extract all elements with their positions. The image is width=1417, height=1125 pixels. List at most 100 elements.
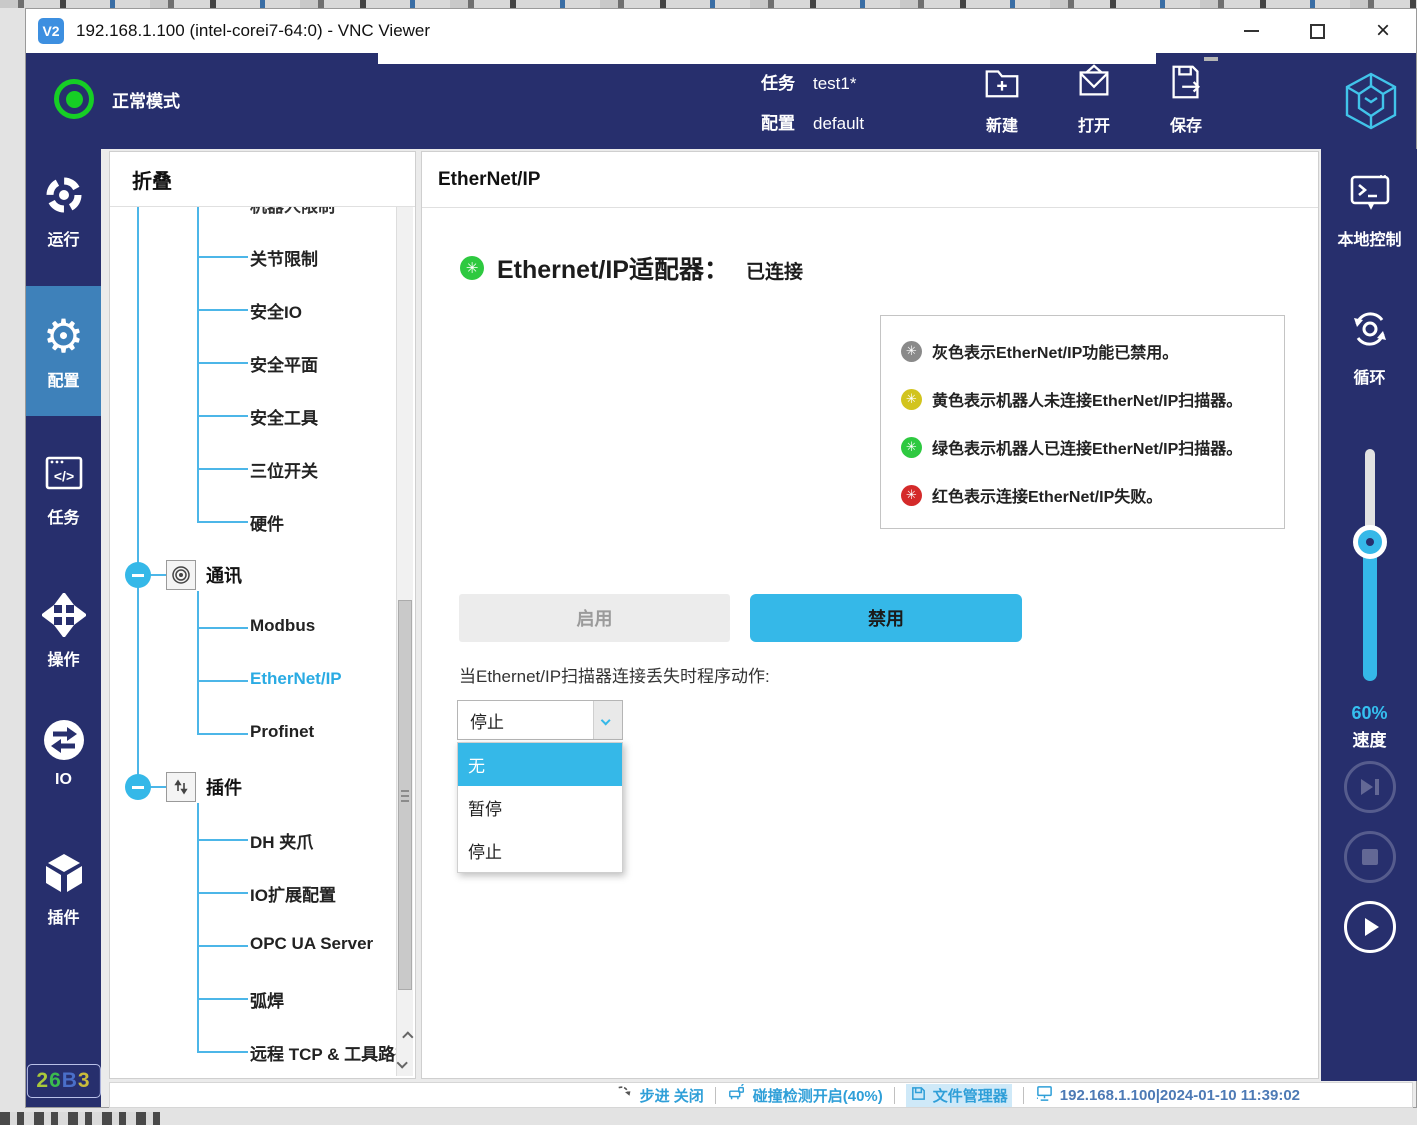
tree-item-three-position-switch[interactable]: 三位开关 (250, 457, 318, 482)
step-forward-button[interactable] (1344, 761, 1396, 813)
tree-item-io-expansion[interactable]: IO扩展配置 (250, 881, 336, 906)
svg-text:</>: </> (53, 468, 73, 484)
sidebar-item-run[interactable]: 运行 (26, 171, 101, 250)
tree-group-plugin[interactable]: 插件 (166, 772, 242, 802)
sidebar-item-config[interactable]: 配置 (26, 286, 101, 416)
green-status-icon (901, 437, 922, 458)
collapse-plugin-group-button[interactable] (125, 774, 151, 800)
maximize-button[interactable] (1284, 9, 1350, 53)
loop-button[interactable]: 循环 (1321, 307, 1417, 388)
legend-row-yellow: 黄色表示机器人未连接EtherNet/IP扫描器。 (901, 375, 1276, 423)
tree-scrollbar-thumb[interactable] (398, 600, 412, 990)
collapse-comm-group-button[interactable] (125, 562, 151, 588)
dropdown-value: 停止 (458, 701, 593, 739)
new-button[interactable]: 新建 (964, 62, 1040, 136)
open-file-icon (1073, 62, 1115, 107)
connection-info: 192.168.1.100|2024-01-10 11:39:02 (1035, 1085, 1300, 1106)
tree-scrollbar[interactable] (396, 207, 413, 1076)
ethernet-ip-panel: EtherNet/IP Ethernet/IP适配器： 已连接 灰色表示Ethe… (421, 151, 1319, 1079)
red-status-icon (901, 485, 922, 506)
tree-item-joint-limit[interactable]: 关节限制 (250, 245, 318, 270)
play-button[interactable] (1344, 901, 1396, 953)
stop-icon (1362, 849, 1378, 865)
slider-track-lower[interactable] (1363, 541, 1377, 681)
status-legend-box: 灰色表示EtherNet/IP功能已禁用。 黄色表示机器人未连接EtherNet… (880, 315, 1285, 529)
slider-handle[interactable] (1353, 525, 1387, 559)
sidebar-item-plugin[interactable]: 插件 (26, 849, 101, 928)
step-mode-toggle[interactable]: 步进 关闭 (616, 1084, 704, 1106)
tree-item-safety-tool[interactable]: 安全工具 (250, 404, 318, 429)
config-value: default (813, 114, 864, 134)
save-button[interactable]: 保存 (1148, 62, 1224, 136)
loss-action-label: 当Ethernet/IP扫描器连接丢失时程序动作: (459, 662, 770, 687)
enable-button[interactable]: 启用 (459, 594, 730, 642)
tree-item-profinet[interactable]: Profinet (250, 722, 314, 742)
dropdown-option-pause[interactable]: 暂停 (458, 786, 622, 829)
sidebar-item-task[interactable]: </> 任务 (26, 449, 101, 528)
tree-item-modbus[interactable]: Modbus (250, 616, 315, 636)
collision-detection-toggle[interactable]: 碰撞检测开启(40%) (727, 1084, 883, 1106)
legend-row-grey: 灰色表示EtherNet/IP功能已禁用。 (901, 327, 1276, 375)
tree-trunk-line (137, 207, 139, 788)
adapter-status-text: 已连接 (746, 257, 803, 284)
open-button[interactable]: 打开 (1056, 62, 1132, 136)
close-button[interactable]: × (1350, 9, 1416, 53)
adapter-title: Ethernet/IP适配器： (497, 250, 729, 286)
task-label: 任务 (761, 69, 795, 94)
tree-item-dh-gripper[interactable]: DH 夹爪 (250, 828, 313, 853)
tree-item-ethernet-ip[interactable]: EtherNet/IP (250, 669, 342, 689)
speed-label: 速度 (1321, 726, 1417, 751)
tree-item-robot-limit-clipped[interactable]: 机器人限制 (250, 207, 335, 217)
window-title: 192.168.1.100 (intel-corei7-64:0) - VNC … (76, 21, 430, 41)
tree-item-safety-io[interactable]: 安全IO (250, 298, 302, 323)
config-tree: 机器人限制 关节限制 安全IO 安全平面 安全工具 三位开关 硬件 通讯 Mod… (110, 207, 415, 1076)
task-config-info: 任务 test1* 配置 default (761, 69, 864, 149)
speed-slider[interactable] (1363, 449, 1377, 681)
move-arrows-icon (42, 591, 86, 639)
scroll-down-button[interactable] (397, 1050, 413, 1076)
mode-status-icon (54, 79, 94, 119)
collapse-tree-button[interactable]: 折叠 (110, 152, 415, 207)
dropdown-option-stop[interactable]: 停止 (458, 829, 622, 872)
right-control-sidebar: 本地控制 循环 60% 速度 (1321, 149, 1417, 1081)
legend-row-red: 红色表示连接EtherNet/IP失败。 (901, 471, 1276, 519)
tree-item-arc-welding[interactable]: 弧焊 (250, 987, 284, 1012)
loss-action-dropdown-list: 无 暂停 停止 (457, 742, 623, 873)
status-bar: 步进 关闭 碰撞检测开启(40%) 文件管理器 (109, 1082, 1413, 1108)
minimize-button[interactable] (1218, 9, 1284, 53)
minimize-icon (1244, 30, 1259, 32)
disable-button[interactable]: 禁用 (750, 594, 1022, 642)
io-arrows-icon (41, 716, 87, 764)
dropdown-option-none[interactable]: 无 (458, 743, 622, 786)
tree-group-communication[interactable]: 通讯 (166, 560, 242, 590)
adapter-status-icon (460, 256, 484, 280)
tree-branch-line (197, 591, 199, 734)
step-forward-icon (1361, 779, 1373, 795)
config-tree-panel: 折叠 机器人限制 关节限制 安全IO (109, 151, 416, 1079)
local-control-button[interactable]: 本地控制 (1321, 171, 1417, 250)
desktop-background-text-fragment (0, 1112, 160, 1125)
tree-item-hardware[interactable]: 硬件 (250, 510, 284, 535)
tree-item-remote-tcp[interactable]: 远程 TCP & 工具路径 (250, 1040, 412, 1065)
stop-button[interactable] (1344, 831, 1396, 883)
loss-action-dropdown[interactable]: 停止 (457, 700, 623, 740)
save-file-icon (1165, 62, 1207, 107)
config-label: 配置 (761, 109, 795, 134)
plugin-cube-icon (41, 849, 87, 897)
tree-item-opc-ua-server[interactable]: OPC UA Server (250, 934, 373, 954)
run-target-icon (42, 171, 86, 219)
tree-item-safety-plane[interactable]: 安全平面 (250, 351, 318, 376)
window-controls: × (1218, 9, 1416, 53)
vnc-app-icon: V2 (38, 18, 64, 44)
adapter-status-headline: Ethernet/IP适配器： 已连接 (460, 250, 803, 286)
file-manager-button[interactable]: 文件管理器 (906, 1084, 1012, 1107)
panel-title: EtherNet/IP (422, 152, 1318, 208)
dropdown-chevron-button[interactable] (593, 701, 622, 739)
header-actions: 新建 打开 (964, 62, 1224, 136)
scroll-up-button[interactable] (397, 1024, 413, 1050)
sidebar-item-io[interactable]: IO (26, 716, 101, 789)
loop-arrows-icon (1348, 307, 1392, 356)
step-arrow-icon (616, 1084, 634, 1106)
sidebar-item-operate[interactable]: 操作 (26, 591, 101, 670)
maximize-icon (1310, 24, 1325, 39)
